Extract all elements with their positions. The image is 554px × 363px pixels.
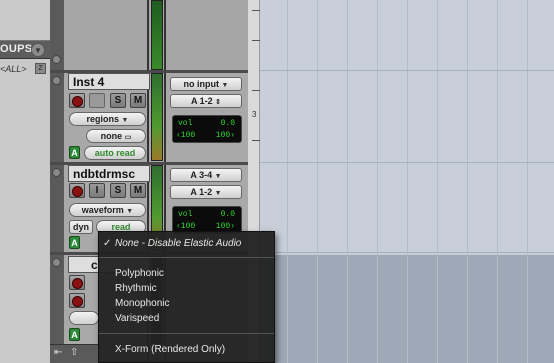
menu-separator <box>99 257 274 258</box>
track-view-selector[interactable]: regions ▼ <box>69 112 146 126</box>
groups-title: OUPS <box>0 43 33 55</box>
track-options-icon[interactable] <box>52 168 61 177</box>
output-selector[interactable]: A 1-2 ⇕ <box>170 94 242 108</box>
upload-icon[interactable]: ⇧ <box>70 347 78 358</box>
elastic-audio-menu: ✓ None - Disable Elastic Audio Polyphoni… <box>98 231 275 363</box>
menu-item-polyphonic[interactable]: Polyphonic <box>115 268 164 279</box>
previous-io-area <box>166 0 248 70</box>
grid-line <box>377 0 378 363</box>
menu-item-varispeed[interactable]: Varispeed <box>115 313 159 324</box>
ruler-tick <box>252 90 260 91</box>
record-enable-button[interactable] <box>69 275 85 290</box>
grid-line <box>407 0 408 363</box>
pan-right-value: 100› <box>215 131 235 140</box>
track-options-icon[interactable] <box>52 258 61 267</box>
track-name[interactable]: ndbtdrmsc <box>68 165 150 182</box>
input-selector[interactable]: no input ▼ <box>170 77 242 91</box>
record-enable-button[interactable] <box>69 293 85 308</box>
voice-a-icon[interactable]: A <box>69 328 80 341</box>
mute-button[interactable]: M <box>130 183 146 198</box>
grid-line <box>317 0 318 363</box>
output-selector[interactable]: A 1-2 ▼ <box>170 185 242 199</box>
dropdown-arrow-icon: ▼ <box>121 117 129 124</box>
grid-line <box>248 162 554 163</box>
record-icon <box>71 278 83 289</box>
pan-right-value: 100› <box>215 222 235 231</box>
previous-track-area <box>64 0 147 70</box>
group-flag-icon[interactable]: Z <box>35 63 46 74</box>
grid-line <box>347 0 348 363</box>
volume-pan-display[interactable]: vol 0.0 ‹100 100› <box>172 115 242 143</box>
link-icon: ⇕ <box>215 99 222 106</box>
record-enable-button[interactable] <box>69 93 85 108</box>
record-icon <box>71 296 83 307</box>
ruler-tick <box>252 140 260 141</box>
track-view-selector[interactable]: waveform ▼ <box>69 203 146 217</box>
input-monitor-button[interactable] <box>89 93 105 108</box>
grid-line <box>248 70 554 71</box>
ruler-tick <box>252 40 260 41</box>
voice-a-icon[interactable]: A <box>69 146 80 159</box>
collapse-icon[interactable] <box>52 55 61 64</box>
bottom-bar: ⇤ ⇧ <box>50 344 98 363</box>
dropdown-arrow-icon: ▼ <box>214 173 222 180</box>
grid-line <box>287 0 288 363</box>
record-enable-button[interactable] <box>69 183 85 198</box>
checkmark-icon: ✓ <box>103 238 112 249</box>
volume-label: vol <box>178 210 193 219</box>
track-name[interactable]: Inst 4 <box>68 73 150 90</box>
selector-partial[interactable] <box>69 311 99 325</box>
ruler-number: 3 <box>252 110 257 119</box>
record-icon <box>71 186 83 197</box>
solo-button[interactable]: S <box>110 93 126 108</box>
mute-button[interactable]: M <box>130 93 146 108</box>
volume-label: vol <box>178 119 193 128</box>
dropdown-arrow-icon: ▼ <box>221 82 229 89</box>
grid-line <box>467 0 468 363</box>
level-meter <box>151 73 163 161</box>
ruler-tick <box>252 10 260 11</box>
group-all-label[interactable]: <ALL> <box>0 64 27 74</box>
track-options-icon[interactable] <box>52 76 61 85</box>
grid-line <box>497 0 498 363</box>
volume-value: 0.0 <box>220 119 235 128</box>
solo-button[interactable]: S <box>110 183 126 198</box>
window-icon: ▭ <box>124 134 132 141</box>
playlist-lane[interactable] <box>248 255 554 363</box>
none-selector[interactable]: none ▭ <box>86 129 146 143</box>
menu-item-monophonic[interactable]: Monophonic <box>115 298 169 309</box>
pan-left-value: ‹100 <box>176 222 196 231</box>
menu-item-x-form[interactable]: X-Form (Rendered Only) <box>115 344 225 355</box>
volume-value: 0.0 <box>220 210 235 219</box>
dyn-button[interactable]: dyn <box>69 220 93 234</box>
menu-item-none[interactable]: None - Disable Elastic Audio <box>115 238 241 249</box>
chevron-down-icon[interactable]: ▼ <box>31 43 45 57</box>
grid-line <box>437 0 438 363</box>
menu-item-rhythmic[interactable]: Rhythmic <box>115 283 157 294</box>
input-monitor-button[interactable]: I <box>89 183 105 198</box>
voice-a-icon[interactable]: A <box>69 236 80 249</box>
grid-line <box>527 0 528 363</box>
dropdown-arrow-icon: ▼ <box>214 190 222 197</box>
level-meter <box>151 0 163 70</box>
automation-mode-selector[interactable]: auto read <box>84 146 146 160</box>
dropdown-arrow-icon: ▼ <box>126 208 134 215</box>
skip-to-start-icon[interactable]: ⇤ <box>54 347 62 358</box>
pan-left-value: ‹100 <box>176 131 196 140</box>
menu-separator <box>99 333 274 334</box>
volume-pan-display[interactable]: vol 0.0 ‹100 100› <box>172 206 242 234</box>
record-icon <box>71 96 83 107</box>
input-selector[interactable]: A 3-4 ▼ <box>170 168 242 182</box>
grid-line <box>248 252 554 253</box>
